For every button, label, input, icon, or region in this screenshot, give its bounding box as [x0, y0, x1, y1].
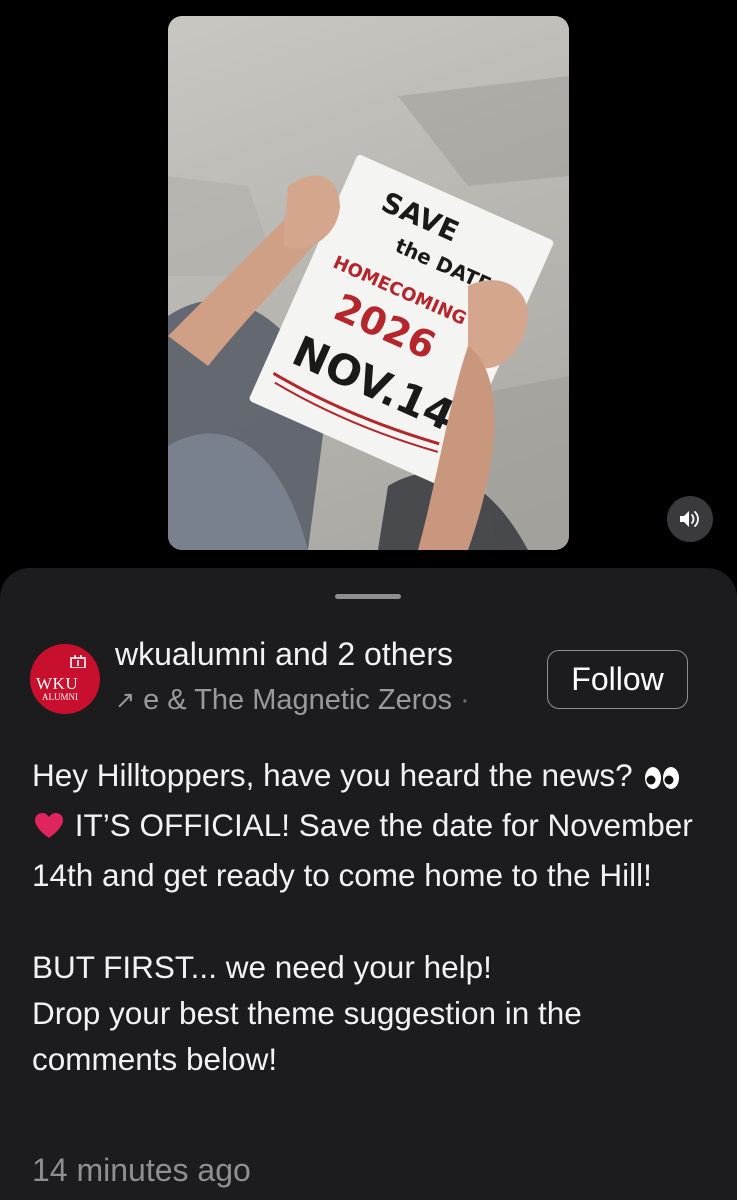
post-timestamp: 14 minutes ago	[32, 1152, 251, 1188]
coauthors-link[interactable]: and 2 others	[266, 636, 453, 672]
caption-paragraph: Hey Hilltoppers, have you heard the news…	[32, 752, 722, 898]
wku-alumni-logo: WKU ALUMNI	[30, 644, 100, 714]
avatar[interactable]: WKU ALUMNI	[30, 644, 100, 714]
speaker-icon	[680, 511, 699, 527]
eyes-emoji-icon	[643, 756, 681, 802]
caption-paragraph-3: Drop your best theme suggestion in the c…	[32, 995, 582, 1077]
video-frame: SAVE the DATE HOMECOMING 2026 NOV.14	[168, 76, 569, 550]
follow-button[interactable]: Follow	[547, 650, 688, 709]
audio-arrow-icon: ↗	[115, 687, 136, 714]
post-details-sheet: WKU ALUMNI wkualumni and 2 others ↗ e & …	[0, 568, 737, 1200]
caption-text-part1: Hey Hilltoppers, have you heard the news…	[32, 757, 633, 793]
red-heart-emoji-icon	[34, 806, 64, 852]
caption-text-part2: IT’S OFFICIAL! Save the date for Novembe…	[32, 807, 693, 893]
audio-track-name: e & The Magnetic Zeros	[143, 684, 453, 716]
avatar-subtext: ALUMNI	[42, 692, 78, 702]
post-caption: Hey Hilltoppers, have you heard the news…	[32, 752, 722, 1082]
video-stage: SAVE the DATE HOMECOMING 2026 NOV.14	[0, 0, 737, 570]
mute-button[interactable]	[667, 496, 713, 542]
audio-separator: ·	[460, 684, 470, 716]
avatar-text: WKU	[36, 674, 79, 693]
account-name[interactable]: wkualumni	[115, 636, 266, 672]
caption-paragraph-2: BUT FIRST... we need your help!	[32, 949, 492, 985]
cupola-icon	[70, 655, 86, 668]
video-player[interactable]: SAVE the DATE HOMECOMING 2026 NOV.14	[168, 16, 569, 550]
sheet-grabber[interactable]	[335, 594, 401, 599]
audio-track[interactable]: ↗ e & The Magnetic Zeros ·	[115, 684, 470, 717]
post-authors: wkualumni and 2 others	[115, 636, 453, 673]
